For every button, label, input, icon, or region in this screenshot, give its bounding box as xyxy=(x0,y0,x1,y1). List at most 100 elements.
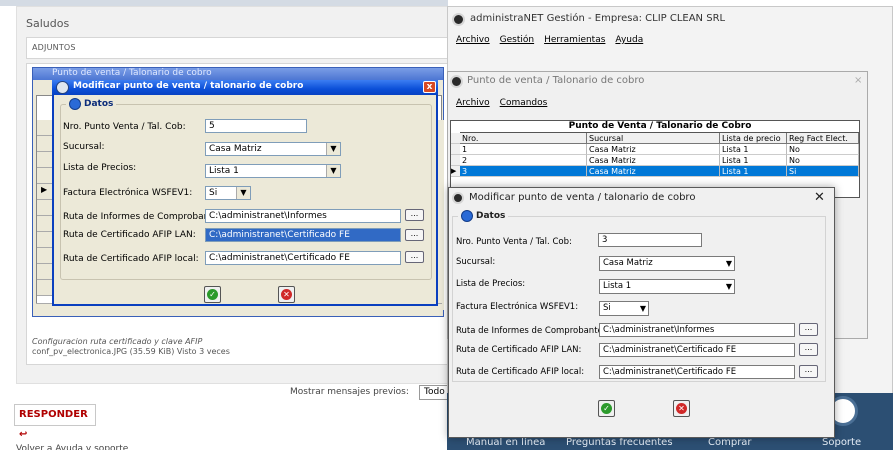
browse-local-button[interactable]: ... xyxy=(799,365,818,378)
post-salutation: Saludos xyxy=(26,17,70,30)
nro-input[interactable]: 3 xyxy=(598,233,702,247)
cancel-icon: ✕ xyxy=(281,289,292,300)
ruta-local-input[interactable]: C:\administranet\Certificado FE xyxy=(205,251,401,265)
manual-link[interactable]: Manual en línea xyxy=(466,437,545,448)
column-header[interactable]: Lista de precio xyxy=(720,133,787,144)
cancel-button[interactable]: ✕ xyxy=(673,400,690,417)
nro-input[interactable]: 5 xyxy=(205,119,307,133)
ruta-lan-input[interactable]: C:\administranet\Certificado FE xyxy=(205,228,401,242)
app-logo-icon xyxy=(56,81,69,94)
menu-herramientas[interactable]: Herramientas xyxy=(544,35,605,45)
column-header[interactable]: Nro. xyxy=(460,133,587,144)
app-logo-icon xyxy=(450,75,463,88)
browse-local-button[interactable]: ... xyxy=(405,251,424,263)
menu-gestion[interactable]: Gestión xyxy=(500,35,534,45)
close-button[interactable]: x xyxy=(423,81,436,93)
modal-title: Modificar punto de venta / talonario de … xyxy=(469,192,696,203)
ruta-lan-label: Ruta de Certificado AFIP LAN: xyxy=(63,230,196,240)
factura-select[interactable]: Si ▼ xyxy=(599,301,649,316)
back-link[interactable]: Volver a Ayuda y soporte xyxy=(16,444,128,450)
group-info-icon xyxy=(461,210,473,222)
cancel-button[interactable]: ✕ xyxy=(278,286,295,303)
ruta-informes-label: Ruta de Informes de Comprobantes: xyxy=(456,326,611,336)
faq-link[interactable]: Preguntas frecuentes xyxy=(566,437,673,448)
table-cell[interactable]: Lista 1 xyxy=(720,155,787,166)
table-cell[interactable]: 1 xyxy=(460,144,587,155)
chevron-down-icon[interactable]: ▼ xyxy=(726,280,732,293)
sucursal-select[interactable]: Casa Matriz ▼ xyxy=(205,142,341,156)
chevron-down-icon[interactable]: ▼ xyxy=(236,187,250,199)
menu-comandos[interactable]: Comandos xyxy=(500,98,548,108)
attachment-file-info[interactable]: conf_pv_electronica.JPG (35.59 KiB) Vist… xyxy=(32,347,230,356)
factura-select[interactable]: Si ▼ xyxy=(205,186,251,200)
factura-label: Factura Electrónica WSFEV1: xyxy=(456,302,579,312)
row-indicator xyxy=(451,133,460,144)
browse-informes-button[interactable]: ... xyxy=(405,209,424,221)
table-title: Punto de Venta / Talonario de Cobro xyxy=(460,121,860,133)
lista-select[interactable]: Lista 1 ▼ xyxy=(599,279,735,294)
ruta-local-label: Ruta de Certificado AFIP local: xyxy=(63,254,199,264)
browse-lan-button[interactable]: ... xyxy=(799,343,818,356)
sucursal-select[interactable]: Casa Matriz ▼ xyxy=(599,256,735,271)
column-header[interactable]: Reg Fact Elect. xyxy=(787,133,859,144)
ruta-lan-input[interactable]: C:\administranet\Certificado FE xyxy=(599,343,795,357)
row-pointer-icon: ▶ xyxy=(41,185,48,194)
check-icon: ✓ xyxy=(207,289,218,300)
lista-label: Lista de Precios: xyxy=(63,163,137,173)
lista-value: Lista 1 xyxy=(603,281,632,291)
chevron-down-icon[interactable]: ▼ xyxy=(640,302,646,315)
browse-lan-button[interactable]: ... xyxy=(405,229,424,241)
table-cell[interactable]: Casa Matriz xyxy=(587,144,720,155)
menu-archivo[interactable]: Archivo xyxy=(456,35,490,45)
group-label-text: Datos xyxy=(476,211,506,221)
close-button[interactable]: × xyxy=(854,75,862,86)
ruta-lan-label: Ruta de Certificado AFIP LAN: xyxy=(456,345,582,355)
table-cell[interactable]: Casa Matriz xyxy=(587,155,720,166)
punto-window-title: Punto de venta / Talonario de cobro xyxy=(467,75,645,86)
ruta-informes-input[interactable]: C:\administranet\Informes xyxy=(205,209,401,223)
table-cell[interactable]: Lista 1 xyxy=(720,144,787,155)
chevron-down-icon[interactable]: ▼ xyxy=(726,257,732,270)
lista-select[interactable]: Lista 1 ▼ xyxy=(205,164,341,178)
table-cell-selected[interactable]: 3 xyxy=(460,166,587,177)
ruta-local-label: Ruta de Certificado AFIP local: xyxy=(456,367,585,377)
sucursal-value: Casa Matriz xyxy=(209,144,262,154)
ok-button[interactable]: ✓ xyxy=(598,400,615,417)
menu-ayuda[interactable]: Ayuda xyxy=(615,35,643,45)
factura-value: Si xyxy=(209,188,218,198)
check-icon: ✓ xyxy=(601,403,612,414)
chevron-down-icon[interactable]: ▼ xyxy=(326,165,340,177)
close-button[interactable]: ✕ xyxy=(814,190,825,205)
attachments-header xyxy=(26,37,448,59)
ok-button[interactable]: ✓ xyxy=(204,286,221,303)
xp-dialog-title: Modificar punto de venta / talonario de … xyxy=(73,81,304,91)
factura-label: Factura Electrónica WSFEV1: xyxy=(63,188,193,198)
xp-datos-group-label: Datos xyxy=(66,97,117,111)
sucursal-label: Sucursal: xyxy=(456,257,496,267)
row-indicator xyxy=(451,155,460,166)
ruta-local-input[interactable]: C:\administranet\Certificado FE xyxy=(599,365,795,379)
attachment-caption: Configuracion ruta certificado y clave A… xyxy=(32,337,203,346)
table-cell[interactable]: 2 xyxy=(460,155,587,166)
attachments-label: ADJUNTOS xyxy=(32,43,76,52)
main-window-title: administraNET Gestión - Empresa: CLIP CL… xyxy=(470,13,726,24)
table-cell-selected[interactable]: Lista 1 xyxy=(720,166,787,177)
sucursal-label: Sucursal: xyxy=(63,142,105,152)
menu-archivo[interactable]: Archivo xyxy=(456,98,490,108)
table-cell-selected[interactable]: Si xyxy=(787,166,859,177)
table-cell[interactable]: No xyxy=(787,144,859,155)
table-cell[interactable]: No xyxy=(787,155,859,166)
row-indicator xyxy=(451,144,460,155)
app-logo-icon xyxy=(452,192,464,204)
buy-link[interactable]: Comprar xyxy=(708,437,752,448)
browse-informes-button[interactable]: ... xyxy=(799,323,818,336)
xp-back-title: Punto de venta / Talonario de cobro xyxy=(52,68,212,78)
ruta-informes-input[interactable]: C:\administranet\Informes xyxy=(599,323,795,337)
chevron-down-icon[interactable]: ▼ xyxy=(326,143,340,155)
sucursal-value: Casa Matriz xyxy=(603,258,653,268)
nro-label: Nro. Punto Venta / Tal. Cob: xyxy=(63,122,186,132)
column-header[interactable]: Sucursal xyxy=(587,133,720,144)
support-link[interactable]: Soporte xyxy=(822,437,861,448)
reply-button[interactable]: RESPONDER ↩ xyxy=(14,404,96,440)
table-cell-selected[interactable]: Casa Matriz xyxy=(587,166,720,177)
